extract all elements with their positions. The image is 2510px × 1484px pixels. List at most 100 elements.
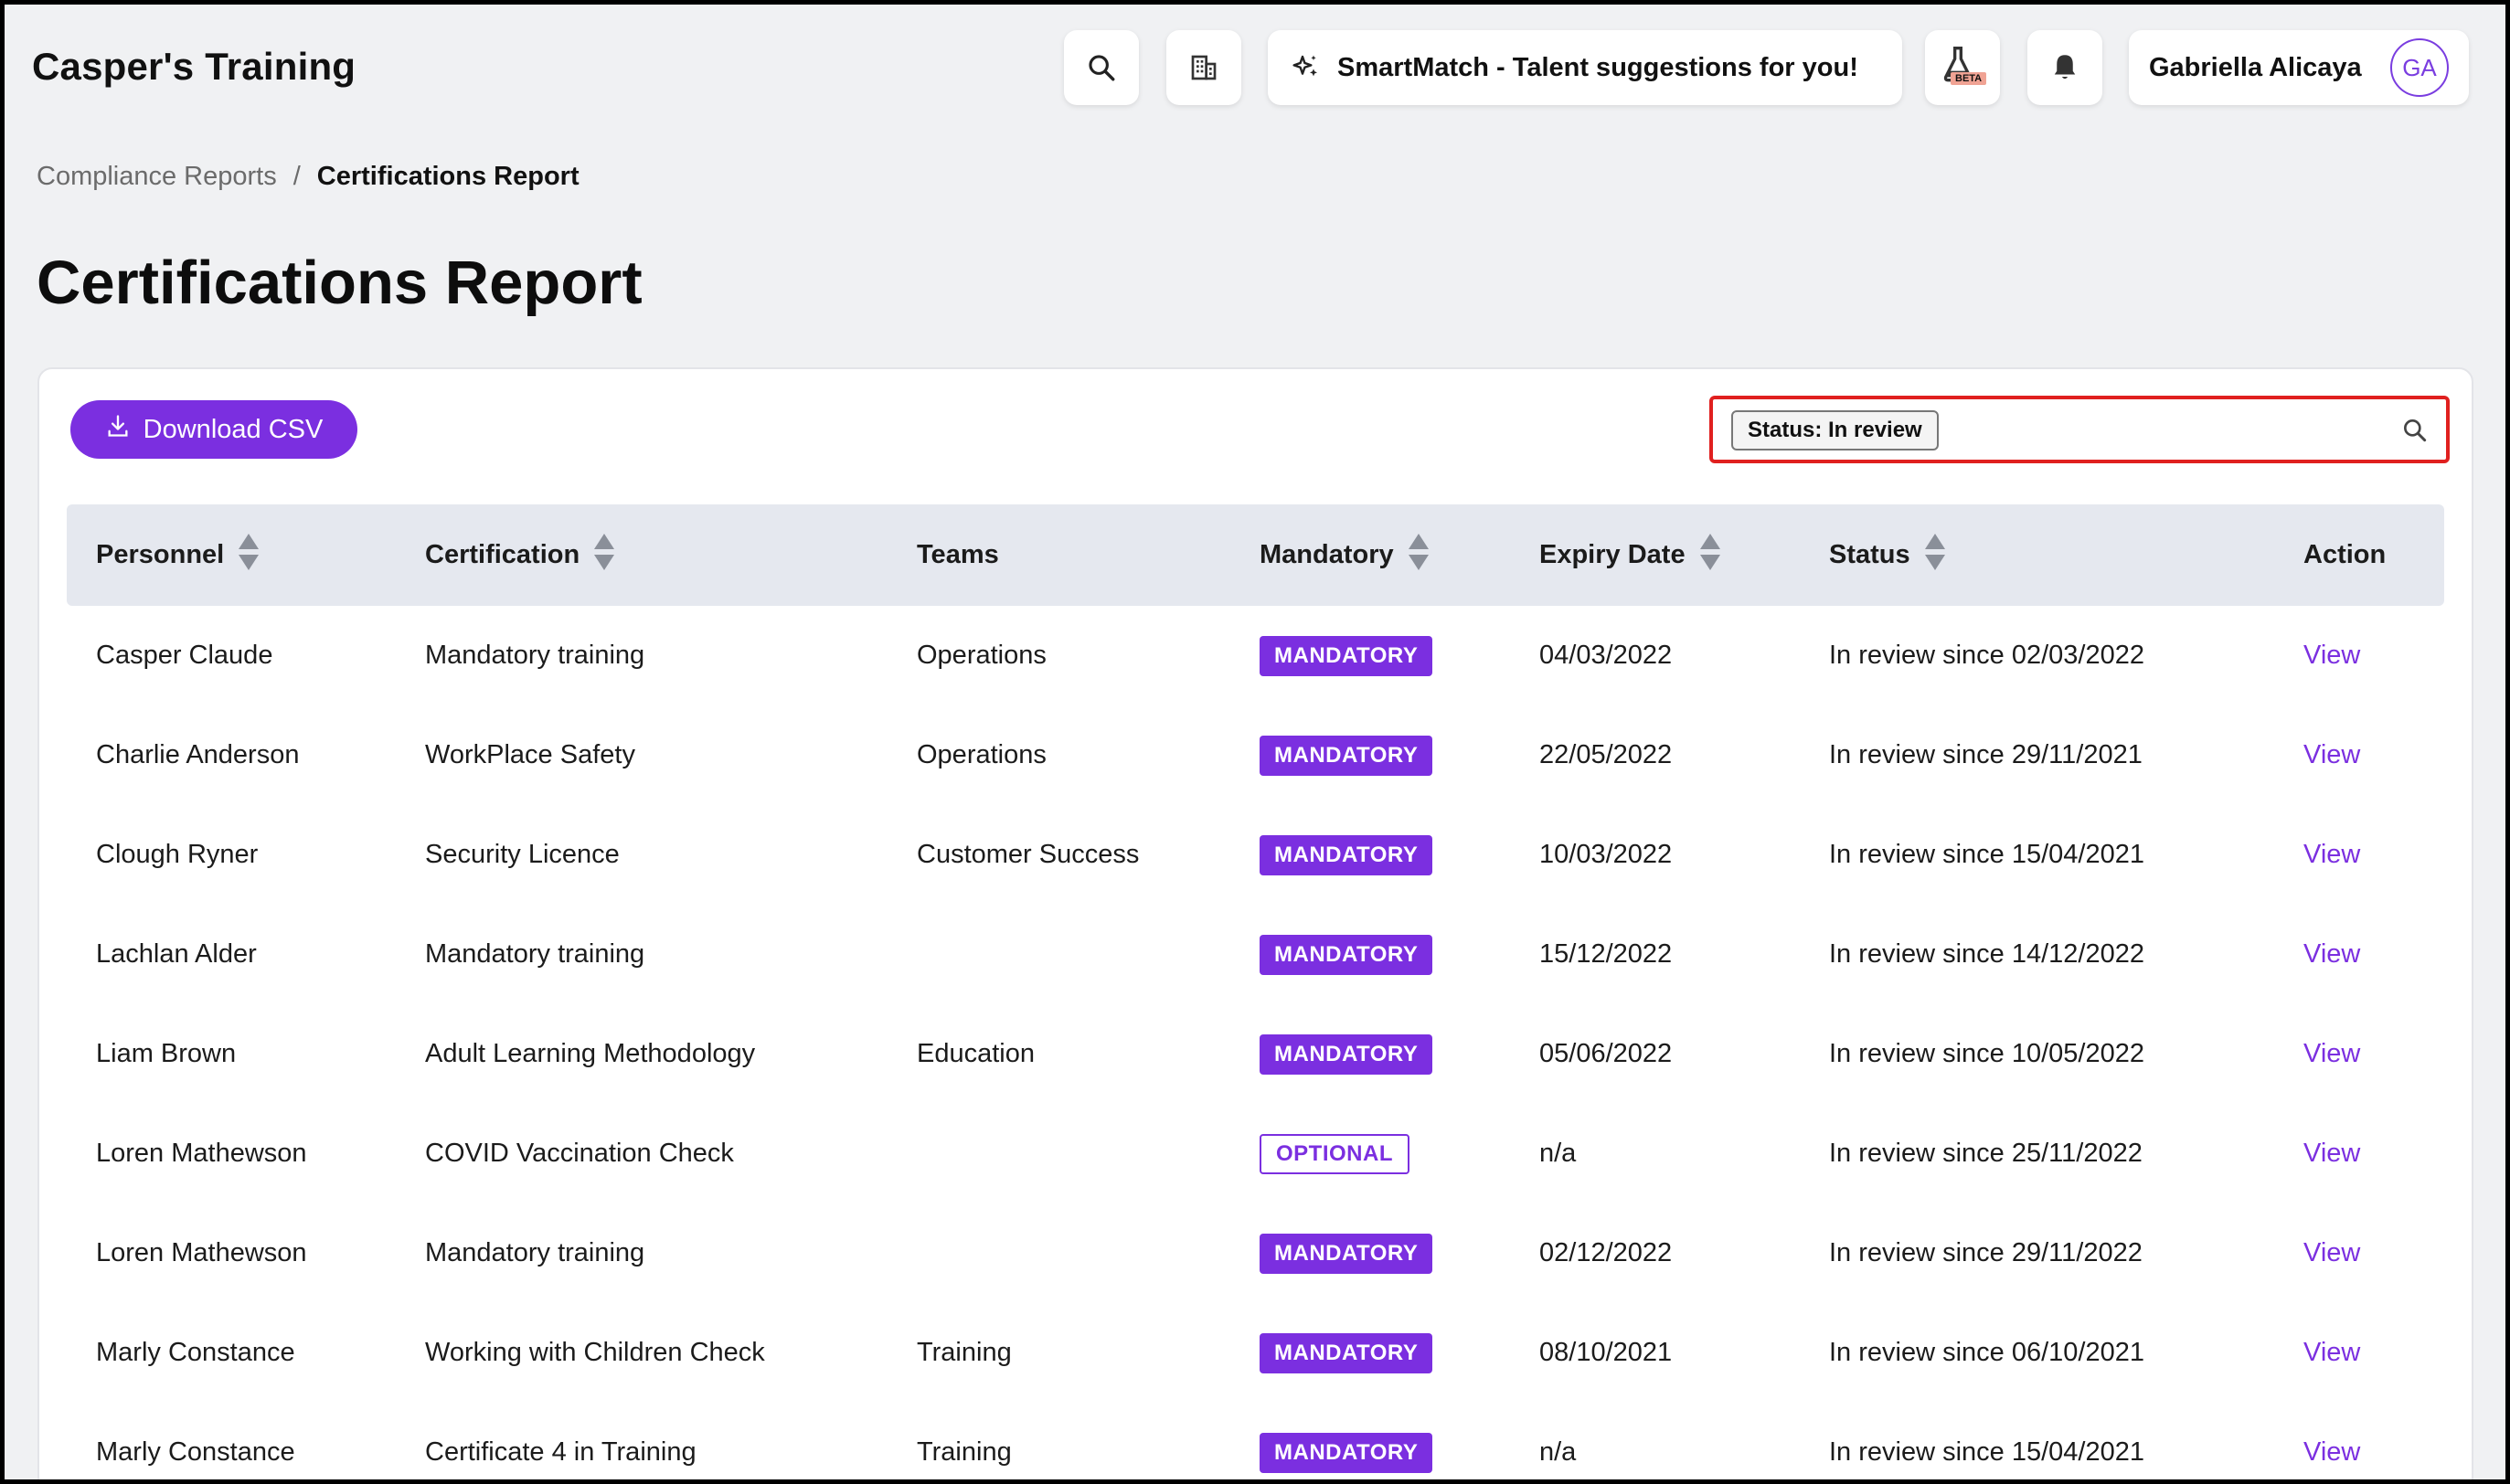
view-link[interactable]: View: [2303, 1338, 2360, 1368]
mandatory-badge: MANDATORY: [1260, 1034, 1433, 1075]
smartmatch-button[interactable]: SmartMatch - Talent suggestions for you!: [1268, 30, 1902, 105]
user-menu-button[interactable]: Gabriella Alicaya GA: [2129, 30, 2469, 105]
bell-icon: [2051, 52, 2079, 83]
personnel-cell: Marly Constance: [96, 1338, 295, 1367]
column-header-mandatory[interactable]: Mandatory: [1260, 504, 1430, 606]
personnel-cell: Loren Mathewson: [96, 1139, 307, 1168]
column-header-expiry-date[interactable]: Expiry Date: [1539, 504, 1722, 606]
certification-cell: Working with Children Check: [425, 1338, 765, 1367]
page-title: Certifications Report: [37, 249, 643, 317]
certification-cell: Mandatory training: [425, 641, 645, 670]
view-link[interactable]: View: [2303, 740, 2360, 770]
status-filter-chip[interactable]: Status: In review: [1731, 410, 1939, 450]
expiry-date-cell: 22/05/2022: [1539, 740, 1673, 769]
personnel-cell: Lachlan Alder: [96, 939, 257, 969]
organisation-button[interactable]: [1166, 30, 1241, 105]
expiry-date-cell: 05/06/2022: [1539, 1039, 1673, 1068]
status-cell: In review since 06/10/2021: [1829, 1338, 2144, 1367]
table-row: Lachlan Alder Mandatory training MANDATO…: [67, 905, 2444, 1004]
expiry-date-cell: 15/12/2022: [1539, 939, 1673, 969]
mandatory-badge: MANDATORY: [1260, 735, 1433, 776]
column-header-label: Mandatory: [1260, 540, 1394, 569]
mandatory-cell: MANDATORY: [1260, 606, 1433, 705]
smartmatch-label: SmartMatch - Talent suggestions for you!: [1337, 52, 1858, 82]
table-row: Clough Ryner Security Licence Customer S…: [67, 805, 2444, 905]
mandatory-cell: MANDATORY: [1260, 1403, 1433, 1479]
optional-badge: OPTIONAL: [1260, 1133, 1409, 1174]
view-link[interactable]: View: [2303, 1437, 2360, 1468]
filter-search-input[interactable]: Status: In review: [1709, 396, 2450, 463]
view-link[interactable]: View: [2303, 1039, 2360, 1069]
teams-cell: Operations: [917, 740, 1047, 769]
column-header-label: Action: [2303, 540, 2387, 569]
mandatory-cell: MANDATORY: [1260, 805, 1433, 905]
sparkle-icon: [1292, 53, 1321, 82]
download-csv-label: Download CSV: [143, 414, 324, 444]
notifications-button[interactable]: [2027, 30, 2102, 105]
column-header-label: Certification: [425, 540, 580, 569]
view-link[interactable]: View: [2303, 1238, 2360, 1268]
column-header-label: Personnel: [96, 540, 225, 569]
sort-icon[interactable]: [592, 532, 616, 579]
expiry-date-cell: 02/12/2022: [1539, 1238, 1673, 1267]
table-row: Liam Brown Adult Learning Methodology Ed…: [67, 1004, 2444, 1104]
table-row: Charlie Anderson WorkPlace Safety Operat…: [67, 705, 2444, 805]
column-header-personnel[interactable]: Personnel: [96, 504, 261, 606]
beta-features-button[interactable]: BETA: [1925, 30, 2000, 105]
teams-cell: Operations: [917, 641, 1047, 670]
view-link[interactable]: View: [2303, 1139, 2360, 1169]
table-row: Casper Claude Mandatory training Operati…: [67, 606, 2444, 705]
sort-icon[interactable]: [237, 532, 261, 579]
mandatory-cell: MANDATORY: [1260, 705, 1433, 805]
status-cell: In review since 02/03/2022: [1829, 641, 2144, 670]
expiry-date-cell: 10/03/2022: [1539, 840, 1673, 869]
mandatory-badge: MANDATORY: [1260, 934, 1433, 975]
status-cell: In review since 10/05/2022: [1829, 1039, 2144, 1068]
table-body: Casper Claude Mandatory training Operati…: [67, 606, 2444, 1479]
view-link[interactable]: View: [2303, 840, 2360, 870]
view-link[interactable]: View: [2303, 641, 2360, 671]
certification-cell: Mandatory training: [425, 939, 645, 969]
certification-cell: Adult Learning Methodology: [425, 1039, 756, 1068]
download-csv-button[interactable]: Download CSV: [70, 400, 357, 459]
mandatory-cell: MANDATORY: [1260, 1203, 1433, 1303]
sort-icon[interactable]: [1407, 532, 1430, 579]
sort-icon[interactable]: [1923, 532, 1947, 579]
search-icon[interactable]: [2400, 416, 2430, 450]
column-header-certification[interactable]: Certification: [425, 504, 616, 606]
status-cell: In review since 15/04/2021: [1829, 1437, 2144, 1467]
status-cell: In review since 29/11/2022: [1829, 1238, 2143, 1267]
column-header-label: Teams: [917, 540, 999, 569]
column-header-status[interactable]: Status: [1829, 504, 1947, 606]
building-icon: [1189, 52, 1218, 83]
mandatory-badge: MANDATORY: [1260, 1432, 1433, 1473]
personnel-cell: Casper Claude: [96, 641, 273, 670]
column-header-teams: Teams: [917, 504, 999, 606]
certification-cell: Security Licence: [425, 840, 620, 869]
mandatory-badge: MANDATORY: [1260, 834, 1433, 875]
personnel-cell: Clough Ryner: [96, 840, 259, 869]
table-header: Personnel Certification Teams Mandatory …: [67, 504, 2444, 606]
column-header-label: Status: [1829, 540, 1910, 569]
certification-cell: COVID Vaccination Check: [425, 1139, 734, 1168]
status-cell: In review since 25/11/2022: [1829, 1139, 2143, 1168]
view-link[interactable]: View: [2303, 939, 2360, 970]
beta-badge: BETA: [1951, 72, 1987, 85]
mandatory-badge: MANDATORY: [1260, 635, 1433, 676]
download-icon: [105, 413, 131, 446]
status-cell: In review since 15/04/2021: [1829, 840, 2144, 869]
personnel-cell: Liam Brown: [96, 1039, 237, 1068]
flask-icon: BETA: [1940, 45, 1987, 90]
teams-cell: Training: [917, 1338, 1012, 1367]
column-header-action: Action: [2303, 504, 2386, 606]
expiry-date-cell: n/a: [1539, 1139, 1577, 1168]
search-icon: [1086, 52, 1117, 83]
breadcrumb-link-compliance-reports[interactable]: Compliance Reports: [37, 162, 277, 192]
certification-cell: WorkPlace Safety: [425, 740, 635, 769]
search-button[interactable]: [1064, 30, 1139, 105]
app-title: Casper's Training: [32, 45, 356, 88]
status-cell: In review since 14/12/2022: [1829, 939, 2144, 969]
sort-icon[interactable]: [1698, 532, 1722, 579]
teams-cell: Customer Success: [917, 840, 1140, 869]
status-cell: In review since 29/11/2021: [1829, 740, 2143, 769]
